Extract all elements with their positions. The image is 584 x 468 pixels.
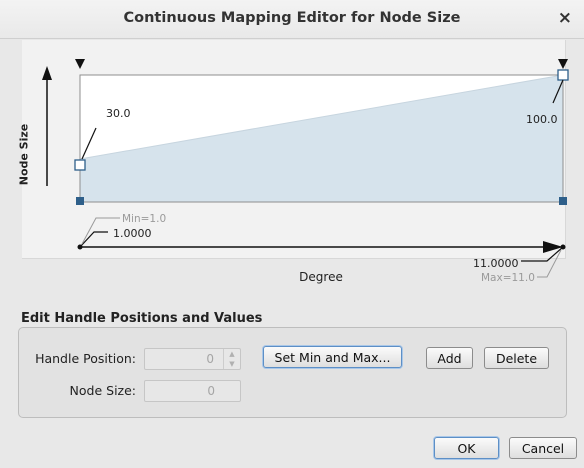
max-label: Max=11.0 <box>481 272 535 284</box>
right-position-marker-icon[interactable] <box>558 59 568 69</box>
left-value-handle[interactable] <box>74 159 86 171</box>
edit-handle-panel <box>18 327 567 418</box>
right-bottom-handle[interactable] <box>559 197 567 205</box>
min-label: Min=1.0 <box>122 213 167 225</box>
x-axis-label: Degree <box>299 270 343 284</box>
ok-button[interactable]: OK <box>434 437 499 459</box>
left-range-value: 1.0000 <box>113 227 152 240</box>
node-size-field[interactable]: 0 <box>144 380 241 402</box>
right-handle-value: 100.0 <box>526 113 558 126</box>
delete-button[interactable]: Delete <box>484 347 549 369</box>
max-callout-line <box>537 249 562 278</box>
handle-position-label: Handle Position: <box>35 351 136 366</box>
left-position-marker-icon[interactable] <box>75 59 85 69</box>
spinner-arrows-icon[interactable]: ▲ ▼ <box>223 349 240 369</box>
y-axis-label: Node Size <box>17 123 31 186</box>
right-value-handle[interactable] <box>557 69 569 81</box>
left-bottom-handle[interactable] <box>76 197 84 205</box>
y-axis-arrow-icon <box>42 66 52 80</box>
add-button[interactable]: Add <box>426 347 473 369</box>
section-title: Edit Handle Positions and Values <box>21 311 263 326</box>
handle-position-value: 0 <box>206 352 214 366</box>
set-min-max-button[interactable]: Set Min and Max... <box>263 346 402 368</box>
left-handle-value: 30.0 <box>106 107 131 120</box>
cancel-button[interactable]: Cancel <box>509 437 577 459</box>
node-size-value: 0 <box>207 384 215 398</box>
right-range-value: 11.0000 <box>473 257 519 270</box>
handle-position-spinner[interactable]: 0 ▲ ▼ <box>144 348 241 370</box>
node-size-label: Node Size: <box>69 383 136 398</box>
mapping-graph <box>42 59 569 278</box>
